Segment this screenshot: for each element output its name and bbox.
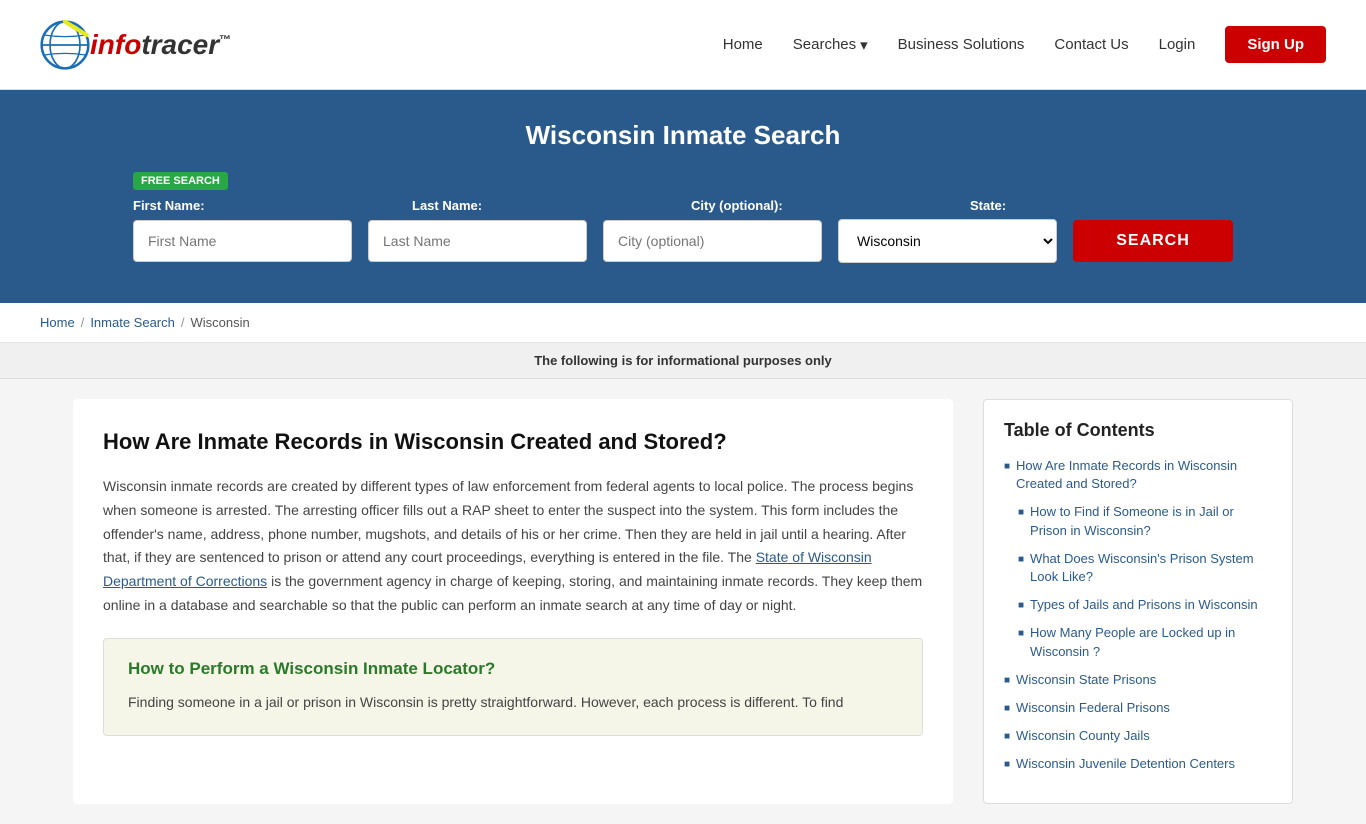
search-form: Wisconsin Inmate Search FREE SEARCH Firs… xyxy=(133,120,1233,263)
info-bar-text: The following is for informational purpo… xyxy=(534,353,832,368)
nav-home[interactable]: Home xyxy=(723,36,763,53)
toc-link-4[interactable]: How Many People are Locked up in Wiscons… xyxy=(1030,624,1272,660)
toc-box: Table of Contents ■ How Are Inmate Recor… xyxy=(983,399,1293,804)
city-input[interactable] xyxy=(603,220,822,262)
search-inputs: Wisconsin SEARCH xyxy=(133,219,1233,263)
toc-bullet-0: ■ xyxy=(1004,461,1010,472)
nav-contact-us[interactable]: Contact Us xyxy=(1054,36,1128,53)
hero-section: Wisconsin Inmate Search FREE SEARCH Firs… xyxy=(0,90,1366,303)
breadcrumb-home[interactable]: Home xyxy=(40,315,75,330)
first-name-label: First Name: xyxy=(133,198,396,213)
free-search-badge: FREE SEARCH xyxy=(133,172,228,190)
sidebar: Table of Contents ■ How Are Inmate Recor… xyxy=(983,399,1293,804)
breadcrumb-inmate-search[interactable]: Inmate Search xyxy=(90,315,175,330)
state-select[interactable]: Wisconsin xyxy=(838,219,1057,263)
article-title: How Are Inmate Records in Wisconsin Crea… xyxy=(103,429,923,455)
last-name-input[interactable] xyxy=(368,220,587,262)
breadcrumb-sep-1: / xyxy=(81,315,85,330)
toc-link-2[interactable]: What Does Wisconsin's Prison System Look… xyxy=(1030,550,1272,586)
signup-button[interactable]: Sign Up xyxy=(1225,26,1326,63)
breadcrumb-sep-2: / xyxy=(181,315,185,330)
toc-item-0: ■ How Are Inmate Records in Wisconsin Cr… xyxy=(1004,457,1272,493)
toc-item-7: ■ Wisconsin County Jails xyxy=(1004,727,1272,745)
toc-link-5[interactable]: Wisconsin State Prisons xyxy=(1016,671,1156,689)
toc-bullet-3: ■ xyxy=(1018,600,1024,611)
toc-item-3: ■ Types of Jails and Prisons in Wisconsi… xyxy=(1018,596,1272,614)
toc-link-0[interactable]: How Are Inmate Records in Wisconsin Crea… xyxy=(1016,457,1272,493)
toc-bullet-1: ■ xyxy=(1018,507,1024,518)
last-name-label: Last Name: xyxy=(412,198,675,213)
main-content: How Are Inmate Records in Wisconsin Crea… xyxy=(33,379,1333,824)
toc-item-4: ■ How Many People are Locked up in Wisco… xyxy=(1018,624,1272,660)
logo-tracer-text: tracer xyxy=(141,29,219,60)
city-label: City (optional): xyxy=(691,198,954,213)
toc-item-8: ■ Wisconsin Juvenile Detention Centers xyxy=(1004,755,1272,773)
toc-bullet-2: ■ xyxy=(1018,554,1024,565)
header: infotracer™ Home Searches ▾ Business Sol… xyxy=(0,0,1366,90)
breadcrumb: Home / Inmate Search / Wisconsin xyxy=(40,315,1326,330)
chevron-down-icon: ▾ xyxy=(860,36,868,54)
toc-bullet-5: ■ xyxy=(1004,675,1010,686)
toc-bullet-8: ■ xyxy=(1004,759,1010,770)
toc-title: Table of Contents xyxy=(1004,420,1272,441)
logo[interactable]: infotracer™ xyxy=(40,20,231,70)
toc-link-1[interactable]: How to Find if Someone is in Jail or Pri… xyxy=(1030,503,1272,539)
article-paragraph-1: Wisconsin inmate records are created by … xyxy=(103,475,923,618)
toc-item-5: ■ Wisconsin State Prisons xyxy=(1004,671,1272,689)
main-nav: Home Searches ▾ Business Solutions Conta… xyxy=(723,26,1326,63)
howto-box-text: Finding someone in a jail or prison in W… xyxy=(128,691,898,715)
nav-business-solutions[interactable]: Business Solutions xyxy=(898,36,1025,53)
toc-list: ■ How Are Inmate Records in Wisconsin Cr… xyxy=(1004,457,1272,773)
toc-bullet-6: ■ xyxy=(1004,703,1010,714)
toc-link-7[interactable]: Wisconsin County Jails xyxy=(1016,727,1150,745)
toc-item-1: ■ How to Find if Someone is in Jail or P… xyxy=(1018,503,1272,539)
breadcrumb-current: Wisconsin xyxy=(190,315,249,330)
toc-item-2: ■ What Does Wisconsin's Prison System Lo… xyxy=(1018,550,1272,586)
info-bar: The following is for informational purpo… xyxy=(0,343,1366,379)
login-button[interactable]: Login xyxy=(1159,36,1196,53)
howto-box-title: How to Perform a Wisconsin Inmate Locato… xyxy=(128,659,898,679)
logo-tm: ™ xyxy=(219,32,231,46)
howto-box: How to Perform a Wisconsin Inmate Locato… xyxy=(103,638,923,736)
breadcrumb-bar: Home / Inmate Search / Wisconsin xyxy=(0,303,1366,343)
toc-bullet-7: ■ xyxy=(1004,731,1010,742)
hero-title: Wisconsin Inmate Search xyxy=(133,120,1233,151)
nav-searches[interactable]: Searches ▾ xyxy=(793,36,868,54)
article: How Are Inmate Records in Wisconsin Crea… xyxy=(73,399,953,804)
toc-link-8[interactable]: Wisconsin Juvenile Detention Centers xyxy=(1016,755,1235,773)
search-button[interactable]: SEARCH xyxy=(1073,220,1233,262)
search-labels: First Name: Last Name: City (optional): … xyxy=(133,198,1233,213)
logo-info-text: info xyxy=(90,29,141,60)
state-label: State: xyxy=(970,198,1233,213)
toc-link-6[interactable]: Wisconsin Federal Prisons xyxy=(1016,699,1170,717)
first-name-input[interactable] xyxy=(133,220,352,262)
toc-item-6: ■ Wisconsin Federal Prisons xyxy=(1004,699,1272,717)
toc-link-3[interactable]: Types of Jails and Prisons in Wisconsin xyxy=(1030,596,1258,614)
article-body: Wisconsin inmate records are created by … xyxy=(103,475,923,618)
toc-bullet-4: ■ xyxy=(1018,628,1024,639)
